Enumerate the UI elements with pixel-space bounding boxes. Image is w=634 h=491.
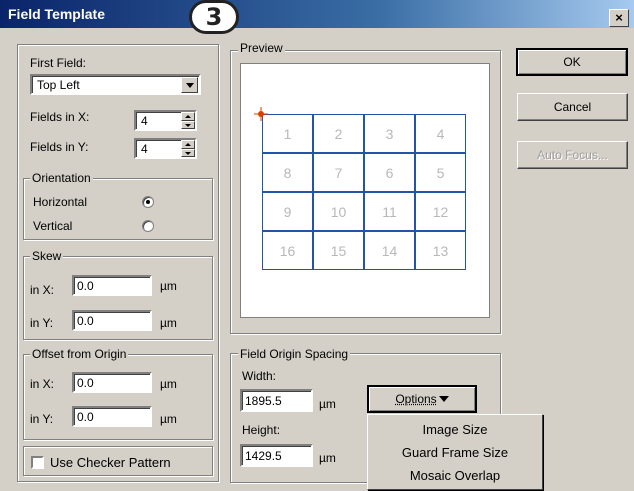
preview-cell: 13 — [415, 231, 466, 270]
auto-focus-button[interactable]: Auto Focus... — [517, 141, 628, 169]
ok-label: OK — [563, 55, 581, 69]
height-label: Height: — [242, 423, 281, 437]
vertical-label: Vertical — [33, 219, 73, 233]
preview-cell: 11 — [364, 192, 415, 231]
offset-x-label: in X: — [30, 377, 55, 391]
fields-x-label: Fields in X: — [30, 110, 90, 124]
step-number-badge: 3 — [189, 0, 239, 34]
skew-x-input[interactable]: 0.0 — [72, 275, 152, 296]
preview-cell: 8 — [262, 153, 313, 192]
options-label: Options — [395, 392, 437, 406]
vertical-radio[interactable] — [142, 220, 154, 232]
preview-cell: 10 — [313, 192, 364, 231]
auto-focus-label: Auto Focus... — [537, 148, 608, 162]
preview-cell: 9 — [262, 192, 313, 231]
chevron-down-icon[interactable] — [181, 77, 198, 93]
fields-y-stepper[interactable]: 4 — [134, 138, 197, 159]
fields-x-spinner[interactable] — [181, 112, 195, 129]
height-input[interactable]: 1429.5 — [240, 444, 313, 467]
menu-item-guard-frame-size[interactable]: Guard Frame Size — [368, 445, 542, 460]
checker-pattern-label[interactable]: Use Checker Pattern — [50, 455, 171, 470]
preview-canvas: 1 2 3 4 8 7 6 5 9 10 11 12 16 15 14 13 — [240, 63, 490, 318]
width-value: 1895.5 — [245, 394, 282, 408]
ok-button[interactable]: OK — [516, 48, 628, 76]
orientation-label: Orientation — [30, 171, 93, 185]
height-unit: µm — [319, 451, 336, 465]
preview-cell: 12 — [415, 192, 466, 231]
first-field-select[interactable]: Top Left — [30, 74, 201, 95]
height-value: 1429.5 — [245, 449, 282, 463]
options-button[interactable]: Options — [367, 385, 477, 413]
skew-x-value: 0.0 — [77, 279, 94, 293]
offset-label: Offset from Origin — [30, 347, 129, 361]
caret-down-icon — [438, 396, 449, 402]
offset-group — [23, 354, 213, 440]
fields-x-stepper[interactable]: 4 — [134, 110, 197, 131]
skew-y-value: 0.0 — [77, 314, 94, 328]
checker-pattern-checkbox[interactable] — [31, 456, 44, 469]
cancel-button[interactable]: Cancel — [517, 93, 628, 121]
cancel-label: Cancel — [553, 100, 592, 114]
origin-marker-icon — [254, 107, 268, 121]
offset-y-label: in Y: — [30, 412, 54, 426]
fields-y-spinner[interactable] — [181, 140, 195, 157]
preview-cell: 1 — [262, 114, 313, 153]
width-input[interactable]: 1895.5 — [240, 389, 313, 412]
offset-x-value: 0.0 — [77, 376, 94, 390]
skew-label: Skew — [30, 249, 64, 263]
close-icon: × — [615, 10, 623, 25]
window-title: Field Template — [8, 6, 105, 22]
spin-up-icon[interactable] — [181, 140, 195, 149]
skew-x-label: in X: — [30, 283, 55, 297]
preview-cell: 4 — [415, 114, 466, 153]
preview-cell: 7 — [313, 153, 364, 192]
spacing-label: Field Origin Spacing — [238, 347, 351, 361]
skew-x-unit: µm — [160, 279, 177, 293]
width-label: Width: — [242, 369, 277, 383]
offset-x-input[interactable]: 0.0 — [72, 372, 152, 393]
fields-y-value: 4 — [141, 142, 148, 156]
spin-up-icon[interactable] — [181, 112, 195, 121]
first-field-value: Top Left — [37, 78, 80, 92]
preview-cell: 14 — [364, 231, 415, 270]
first-field-label: First Field: — [30, 56, 87, 70]
preview-cell: 15 — [313, 231, 364, 270]
offset-y-value: 0.0 — [77, 410, 94, 424]
close-button[interactable]: × — [609, 9, 629, 27]
horizontal-label: Horizontal — [33, 195, 88, 209]
preview-cell: 6 — [364, 153, 415, 192]
options-menu: Image Size Guard Frame Size Mosaic Overl… — [367, 414, 543, 490]
offset-y-input[interactable]: 0.0 — [72, 406, 152, 427]
preview-label: Preview — [238, 41, 285, 55]
fields-y-label: Fields in Y: — [30, 140, 89, 154]
menu-item-mosaic-overlap[interactable]: Mosaic Overlap — [368, 468, 542, 483]
horizontal-radio[interactable] — [142, 196, 154, 208]
preview-cell: 3 — [364, 114, 415, 153]
width-unit: µm — [319, 397, 336, 411]
preview-cell: 5 — [415, 153, 466, 192]
preview-cell: 2 — [313, 114, 364, 153]
skew-y-label: in Y: — [30, 316, 54, 330]
spin-down-icon[interactable] — [181, 120, 195, 129]
offset-x-unit: µm — [160, 377, 177, 391]
skew-y-input[interactable]: 0.0 — [72, 310, 152, 331]
skew-y-unit: µm — [160, 316, 177, 330]
spin-down-icon[interactable] — [181, 148, 195, 157]
fields-x-value: 4 — [141, 114, 148, 128]
offset-y-unit: µm — [160, 412, 177, 426]
menu-item-image-size[interactable]: Image Size — [368, 422, 542, 437]
preview-cell: 16 — [262, 231, 313, 270]
